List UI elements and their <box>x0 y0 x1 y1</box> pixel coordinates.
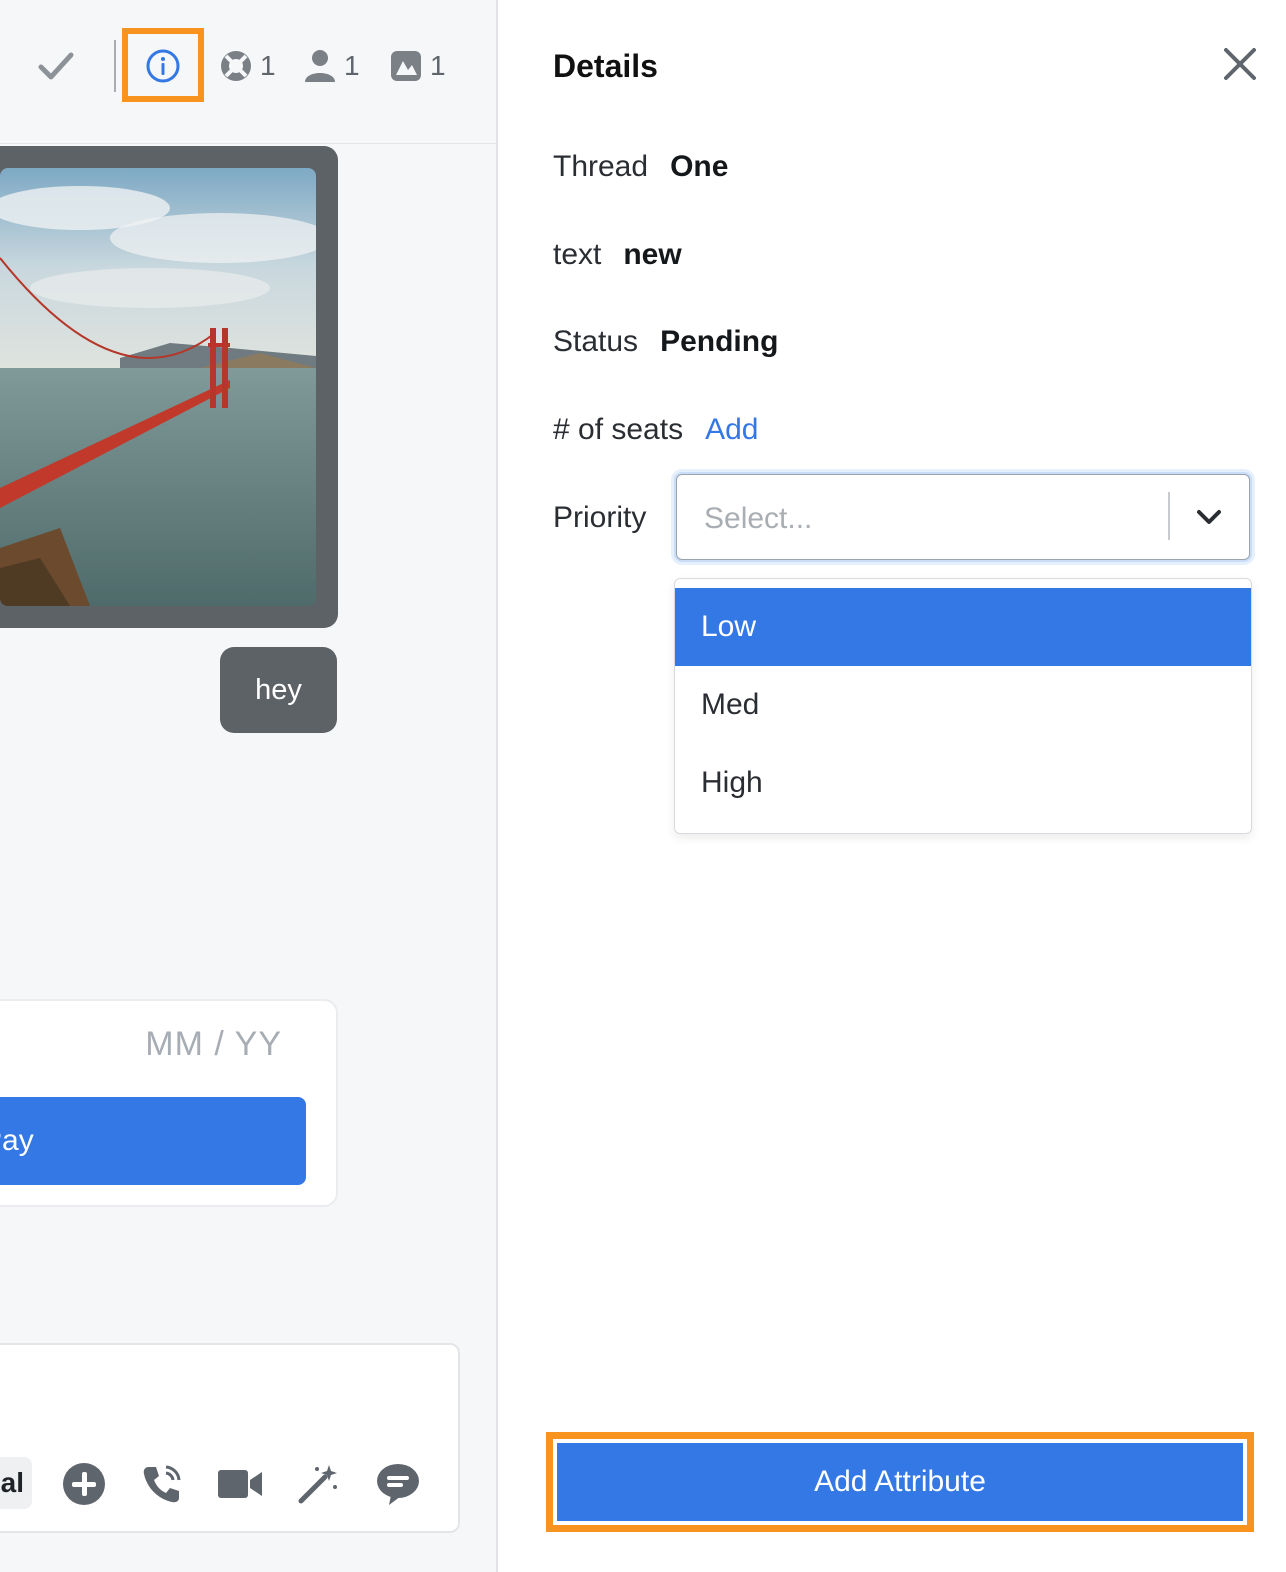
priority-dropdown-menu: Low Med High <box>674 578 1252 834</box>
toolbar-divider <box>114 40 116 92</box>
detail-row-status: Status Pending <box>553 325 778 359</box>
detail-label: text <box>553 238 602 271</box>
add-attribute-button[interactable]: Add Attribute <box>557 1443 1243 1521</box>
option-high[interactable]: High <box>675 744 1251 822</box>
message-bubble: hey <box>220 647 337 733</box>
image-icon <box>391 51 421 81</box>
support-indicator[interactable]: 1 <box>218 44 276 88</box>
detail-label: Thread <box>553 150 649 183</box>
video-icon[interactable] <box>216 1460 264 1508</box>
pay-button[interactable]: Pay <box>0 1097 306 1185</box>
media-indicator[interactable]: 1 <box>388 44 446 88</box>
add-attribute-highlight-box: Add Attribute <box>546 1432 1254 1532</box>
option-med[interactable]: Med <box>675 666 1251 744</box>
magic-wand-icon[interactable] <box>294 1460 342 1508</box>
option-low[interactable]: Low <box>675 588 1251 666</box>
info-highlight-box <box>122 28 204 102</box>
lifebuoy-icon <box>221 51 251 81</box>
detail-value: One <box>670 150 729 183</box>
message-composer[interactable]: al <box>0 1343 460 1533</box>
priority-select[interactable]: Select... <box>674 472 1252 562</box>
select-placeholder: Select... <box>704 502 813 535</box>
bridge-photo <box>0 168 316 606</box>
chevron-down-icon[interactable] <box>1194 502 1224 537</box>
members-indicator[interactable]: 1 <box>302 44 360 88</box>
details-title: Details <box>553 48 658 84</box>
media-count: 1 <box>430 50 446 81</box>
detail-label: # of seats <box>553 413 684 446</box>
detail-value: new <box>623 238 682 271</box>
priority-label: Priority <box>553 501 647 534</box>
composer-chip[interactable]: al <box>0 1457 32 1509</box>
checkmark-icon[interactable] <box>36 44 76 88</box>
close-icon[interactable] <box>1220 44 1260 84</box>
add-seats-link[interactable]: Add <box>705 413 758 447</box>
members-count: 1 <box>344 50 360 81</box>
payment-card: MM / YY Pay <box>0 999 338 1207</box>
support-count: 1 <box>260 50 276 81</box>
person-icon <box>305 50 335 82</box>
plus-circle-icon[interactable] <box>60 1460 108 1508</box>
expiry-field[interactable]: MM / YY <box>145 1025 282 1064</box>
chat-icon[interactable] <box>374 1460 422 1508</box>
detail-row-text: text new <box>553 238 682 272</box>
detail-row-seats: # of seats Add <box>553 413 758 447</box>
details-panel: Details Thread One text new Status Pendi… <box>498 0 1286 1572</box>
detail-row-priority: Priority <box>553 501 646 535</box>
pay-button-label: Pay <box>0 1124 34 1157</box>
image-message[interactable] <box>0 146 338 628</box>
detail-label: Status <box>553 325 639 358</box>
select-separator <box>1168 492 1170 540</box>
detail-row-thread: Thread One <box>553 150 728 184</box>
chat-toolbar: 1 1 1 <box>0 0 496 144</box>
chat-pane: 1 1 1 hey MM / YY ay al <box>0 0 496 1572</box>
phone-icon[interactable] <box>138 1460 186 1508</box>
detail-value: Pending <box>660 325 779 358</box>
